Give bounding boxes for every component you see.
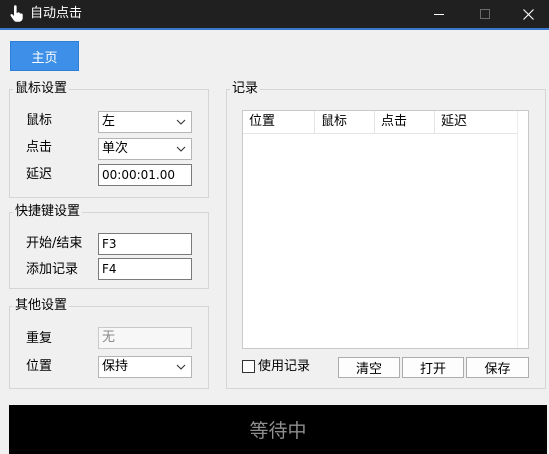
repeat-label: 重复 xyxy=(26,331,53,346)
use-records-checkbox[interactable] xyxy=(242,360,255,373)
records-list[interactable]: 位置 鼠标 点击 延迟 xyxy=(242,110,529,349)
title-accent-line xyxy=(0,28,549,30)
chevron-down-icon xyxy=(176,364,186,370)
add-record-label: 添加记录 xyxy=(26,262,79,277)
click-type-select[interactable]: 单次 xyxy=(98,138,192,160)
column-header-position[interactable]: 位置 xyxy=(243,111,315,133)
chevron-down-icon xyxy=(176,146,186,152)
title-bar: 自动点击 xyxy=(0,0,549,28)
delay-label: 延迟 xyxy=(26,167,53,182)
save-button[interactable]: 保存 xyxy=(466,357,529,378)
column-header-delay[interactable]: 延迟 xyxy=(435,111,518,133)
window-title: 自动点击 xyxy=(30,6,83,21)
click-label: 点击 xyxy=(26,140,53,155)
open-button[interactable]: 打开 xyxy=(402,357,464,378)
click-type-value: 单次 xyxy=(102,141,129,156)
other-settings-legend: 其他设置 xyxy=(13,298,70,314)
home-button[interactable]: 主页 xyxy=(10,41,79,71)
start-stop-hotkey-input[interactable]: F3 xyxy=(98,233,192,255)
mouse-settings-legend: 鼠标设置 xyxy=(13,81,70,97)
close-button[interactable] xyxy=(508,0,549,28)
close-icon xyxy=(523,8,534,20)
position-label: 位置 xyxy=(26,359,53,374)
use-records-label[interactable]: 使用记录 xyxy=(258,359,310,375)
hotkey-settings-legend: 快捷键设置 xyxy=(13,204,83,220)
pointer-hand-icon xyxy=(10,5,23,22)
position-value: 保持 xyxy=(102,359,129,374)
start-stop-label: 开始/结束 xyxy=(26,236,83,251)
status-bar: 等待中 xyxy=(9,405,547,454)
repeat-input: 无 xyxy=(98,327,192,349)
mouse-button-select[interactable]: 左 xyxy=(98,111,192,133)
delay-input[interactable]: 00:00:01.00 xyxy=(98,164,192,186)
chevron-down-icon xyxy=(176,119,186,125)
clear-button[interactable]: 清空 xyxy=(338,357,400,378)
column-header-mouse[interactable]: 鼠标 xyxy=(315,111,375,133)
mouse-button-value: 左 xyxy=(102,114,116,129)
mouse-label: 鼠标 xyxy=(26,113,53,128)
status-text: 等待中 xyxy=(249,420,307,442)
column-header-click[interactable]: 点击 xyxy=(375,111,435,133)
records-scrollbar[interactable] xyxy=(517,111,528,348)
maximize-icon xyxy=(480,9,490,19)
minimize-button[interactable] xyxy=(416,0,462,28)
add-record-hotkey-input[interactable]: F4 xyxy=(98,258,192,280)
records-legend: 记录 xyxy=(230,81,261,97)
minimize-icon xyxy=(434,14,444,15)
maximize-button[interactable] xyxy=(462,0,508,28)
position-select[interactable]: 保持 xyxy=(98,356,192,378)
records-list-header: 位置 鼠标 点击 延迟 xyxy=(243,111,518,134)
